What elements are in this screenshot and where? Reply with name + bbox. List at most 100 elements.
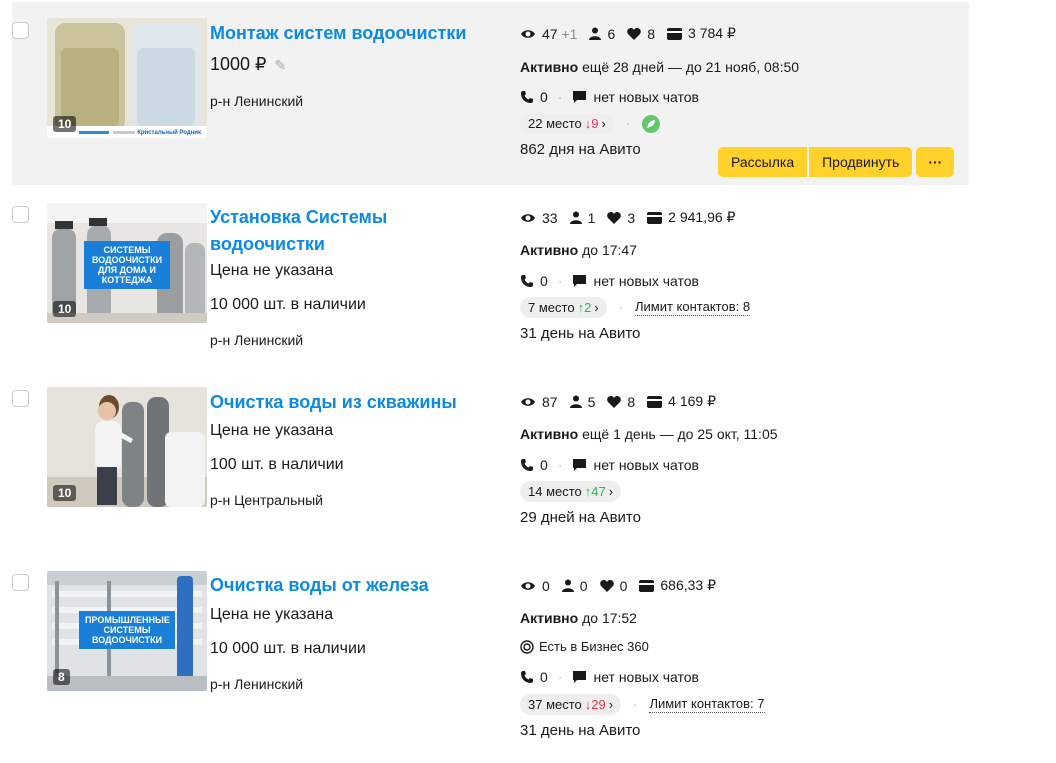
- listing-thumbnail[interactable]: Промышленные системы водоочистки 8: [47, 571, 207, 691]
- rank-pill[interactable]: 14 место ↑47 ›: [520, 481, 622, 502]
- heart-icon: [627, 27, 642, 40]
- select-checkbox[interactable]: [12, 574, 29, 591]
- photo-count-badge: 10: [53, 116, 77, 132]
- listing-district: р-н Ленинский: [210, 676, 304, 692]
- target-icon: [520, 639, 534, 654]
- mailing-button[interactable]: Рассылка: [718, 147, 808, 177]
- listing-stock: 100 шт. в наличии: [210, 456, 344, 473]
- select-checkbox[interactable]: [12, 206, 29, 223]
- more-button[interactable]: ···: [916, 147, 955, 177]
- chat-icon: [573, 459, 587, 471]
- listing-price: Цена не указана: [210, 262, 334, 279]
- contact-limit[interactable]: Лимит контактов: 7: [649, 696, 765, 713]
- eye-icon: [521, 397, 535, 406]
- phone-icon: [521, 91, 533, 103]
- rank-row: 14 место ↑47 ›: [520, 481, 622, 502]
- eye-icon: [521, 213, 535, 222]
- calls-count: 0: [540, 457, 548, 473]
- favorites-stat: 8: [607, 394, 635, 410]
- spend-stat: 3 784 ₽: [667, 25, 736, 42]
- favorites-stat: 8: [627, 26, 655, 42]
- status-line: Активно ещё 28 дней — до 21 нояб, 08:50: [520, 59, 800, 75]
- status-line: Активно ещё 1 день — до 25 окт, 11:05: [520, 426, 778, 442]
- favorites-stat: 0: [599, 578, 627, 594]
- chats-status[interactable]: нет новых чатов: [593, 669, 699, 685]
- photo-count-badge: 10: [53, 301, 77, 317]
- heart-icon: [607, 395, 622, 408]
- chat-icon: [573, 275, 587, 287]
- days-on-avito: 862 дня на Авито: [520, 141, 641, 158]
- days-on-avito: 29 дней на Авито: [520, 509, 641, 526]
- price-value: 1000 ₽: [210, 54, 267, 74]
- contact-limit[interactable]: Лимит контактов: 8: [634, 299, 751, 316]
- chats-status[interactable]: нет новых чатов: [593, 89, 699, 105]
- wallet-icon: [667, 27, 683, 40]
- rank-pill[interactable]: 37 место ↓29 ›: [520, 694, 622, 715]
- contacts-stat: 5: [569, 394, 595, 410]
- heart-icon: [607, 211, 622, 224]
- listing-thumbnail[interactable]: 10: [47, 387, 207, 507]
- thumb-brand-logo: Кристальный Родник: [135, 130, 203, 136]
- stats-row: 47 +1 6 8 3 784 ₽: [520, 25, 748, 42]
- rank-pill[interactable]: 7 место ↑2 ›: [520, 297, 607, 318]
- listing-price: 1000 ₽ ✎: [210, 54, 286, 75]
- contacts-row: 0 · нет новых чатов: [520, 457, 699, 473]
- phone-icon: [521, 459, 533, 471]
- chats-status[interactable]: нет новых чатов: [593, 457, 699, 473]
- promote-button[interactable]: Продвинуть: [809, 147, 913, 177]
- chevron-right-icon: ›: [594, 300, 599, 315]
- chat-icon: [573, 671, 587, 683]
- stats-row: 33 1 3 2 941,96 ₽: [520, 209, 747, 226]
- phone-icon: [521, 671, 533, 683]
- person-icon: [561, 579, 574, 592]
- listings-list: 10 Кристальный Родник Монтаж систем водо…: [0, 0, 1056, 763]
- views-stat: 33: [520, 210, 558, 226]
- status-badge: Активно: [520, 59, 579, 75]
- listing-title[interactable]: Очистка воды из скважины: [210, 389, 500, 416]
- favorites-stat: 3: [607, 210, 635, 226]
- listing-thumbnail[interactable]: 10 Кристальный Родник: [47, 18, 207, 138]
- eye-icon: [521, 29, 535, 38]
- chats-status[interactable]: нет новых чатов: [593, 273, 699, 289]
- heart-icon: [599, 579, 614, 592]
- listing-title[interactable]: Очистка воды от железа: [210, 572, 500, 599]
- listing-title[interactable]: Установка Системы водоочистки: [210, 204, 410, 258]
- stats-row: 87 5 8 4 169 ₽: [520, 393, 728, 410]
- status-line: Активно до 17:47: [520, 242, 637, 258]
- contacts-stat: 1: [569, 210, 595, 226]
- contacts-stat: 0: [561, 578, 588, 594]
- rank-row: 7 место ↑2 › · Лимит контактов: 8: [520, 297, 751, 318]
- select-checkbox[interactable]: [12, 390, 29, 407]
- select-checkbox[interactable]: [12, 22, 29, 39]
- spend-stat: 4 169 ₽: [647, 393, 716, 410]
- person-icon: [589, 27, 602, 40]
- listing-thumbnail[interactable]: Системы водоочистки для дома и коттеджа …: [47, 203, 207, 323]
- action-buttons: Рассылка Продвинуть ···: [718, 147, 955, 177]
- rank-row: 37 место ↓29 › · Лимит контактов: 7: [520, 694, 765, 715]
- wallet-icon: [639, 579, 655, 592]
- wallet-icon: [647, 211, 663, 224]
- days-on-avito: 31 день на Авито: [520, 325, 641, 342]
- listing-title[interactable]: Монтаж систем водоочистки: [210, 20, 500, 47]
- pencil-icon[interactable]: ✎: [275, 57, 287, 73]
- wallet-icon: [647, 395, 663, 408]
- person-icon: [569, 211, 582, 224]
- chevron-right-icon: ›: [608, 484, 614, 499]
- listing-stock: 10 000 шт. в наличии: [210, 640, 366, 657]
- person-icon: [569, 395, 582, 408]
- views-stat: 47 +1: [520, 26, 577, 42]
- rocket-icon[interactable]: [642, 114, 661, 133]
- thumb-banner: Системы водоочистки для дома и коттеджа: [84, 241, 170, 289]
- contacts-row: 0 · нет новых чатов: [520, 89, 699, 105]
- calls-count: 0: [540, 273, 548, 289]
- rank-pill[interactable]: 22 место ↓9 ›: [520, 113, 614, 134]
- business-360-label: Есть в Бизнес 360: [539, 639, 649, 654]
- calls-count: 0: [540, 669, 548, 685]
- listing-district: р-н Центральный: [210, 492, 324, 508]
- listing-district: р-н Ленинский: [210, 93, 304, 109]
- spend-stat: 2 941,96 ₽: [647, 209, 735, 226]
- chat-icon: [573, 91, 587, 103]
- contacts-row: 0 · нет новых чатов: [520, 669, 699, 685]
- eye-icon: [521, 581, 535, 590]
- days-on-avito: 31 день на Авито: [520, 722, 641, 739]
